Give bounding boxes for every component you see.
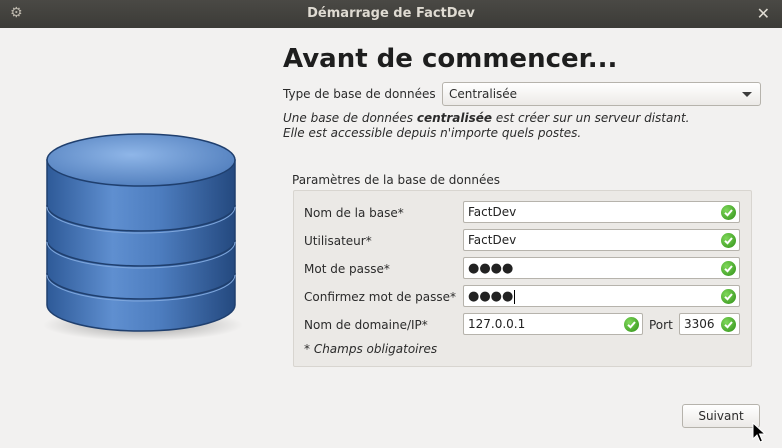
check-circle-icon: [721, 233, 736, 248]
check-circle-icon: [721, 205, 736, 220]
close-icon[interactable]: ✕: [757, 4, 770, 23]
desc-line-2: Elle est accessible depuis n'importe que…: [283, 126, 582, 140]
db-type-select[interactable]: Centralisée: [442, 82, 761, 106]
db-type-value: Centralisée: [449, 87, 518, 101]
port-value: 3306: [684, 317, 715, 331]
check-circle-icon: [721, 261, 736, 276]
user-input[interactable]: FactDev: [463, 229, 740, 251]
mouse-pointer-icon: [752, 422, 766, 443]
port-label: Port: [649, 318, 673, 332]
desc-text: Une base de données: [283, 111, 417, 125]
confirm-password-label: Confirmez mot de passe*: [304, 290, 457, 304]
chevron-down-icon: [742, 92, 752, 97]
port-input[interactable]: 3306: [679, 313, 740, 335]
confirm-password-value: ●●●●: [468, 289, 514, 304]
user-value: FactDev: [468, 233, 517, 247]
desc-bold: centralisée: [416, 111, 493, 125]
desc-text-end: est créer sur un serveur distant.: [492, 111, 690, 125]
params-group-title: Paramètres de la base de données: [292, 173, 500, 187]
user-label: Utilisateur*: [304, 234, 372, 248]
window-title: Démarrage de FactDev: [307, 6, 475, 21]
title-bar: ⚙ Démarrage de FactDev ✕: [0, 0, 782, 28]
host-value: 127.0.0.1: [468, 317, 526, 331]
check-circle-icon: [624, 317, 639, 332]
db-name-input[interactable]: FactDev: [463, 201, 740, 223]
db-type-label: Type de base de données: [283, 87, 436, 101]
page-title: Avant de commencer...: [283, 44, 618, 74]
db-type-description: Une base de données centralisée est crée…: [283, 111, 689, 141]
host-input[interactable]: 127.0.0.1: [463, 313, 643, 335]
required-fields-note: * Champs obligatoires: [304, 342, 438, 356]
password-input[interactable]: ●●●●: [463, 257, 740, 279]
password-label: Mot de passe*: [304, 262, 390, 276]
db-name-value: FactDev: [468, 205, 517, 219]
check-circle-icon: [721, 289, 736, 304]
database-icon: [43, 133, 243, 341]
check-circle-icon: [721, 317, 736, 332]
text-cursor: [514, 289, 516, 304]
next-button[interactable]: Suivant: [682, 404, 760, 428]
password-value: ●●●●: [468, 261, 514, 276]
db-name-label: Nom de la base*: [304, 206, 404, 220]
confirm-password-input[interactable]: ●●●●: [463, 285, 740, 307]
setup-window: ⚙ Démarrage de FactDev ✕ Avant de commen…: [0, 0, 782, 448]
host-label: Nom de domaine/IP*: [304, 318, 428, 332]
